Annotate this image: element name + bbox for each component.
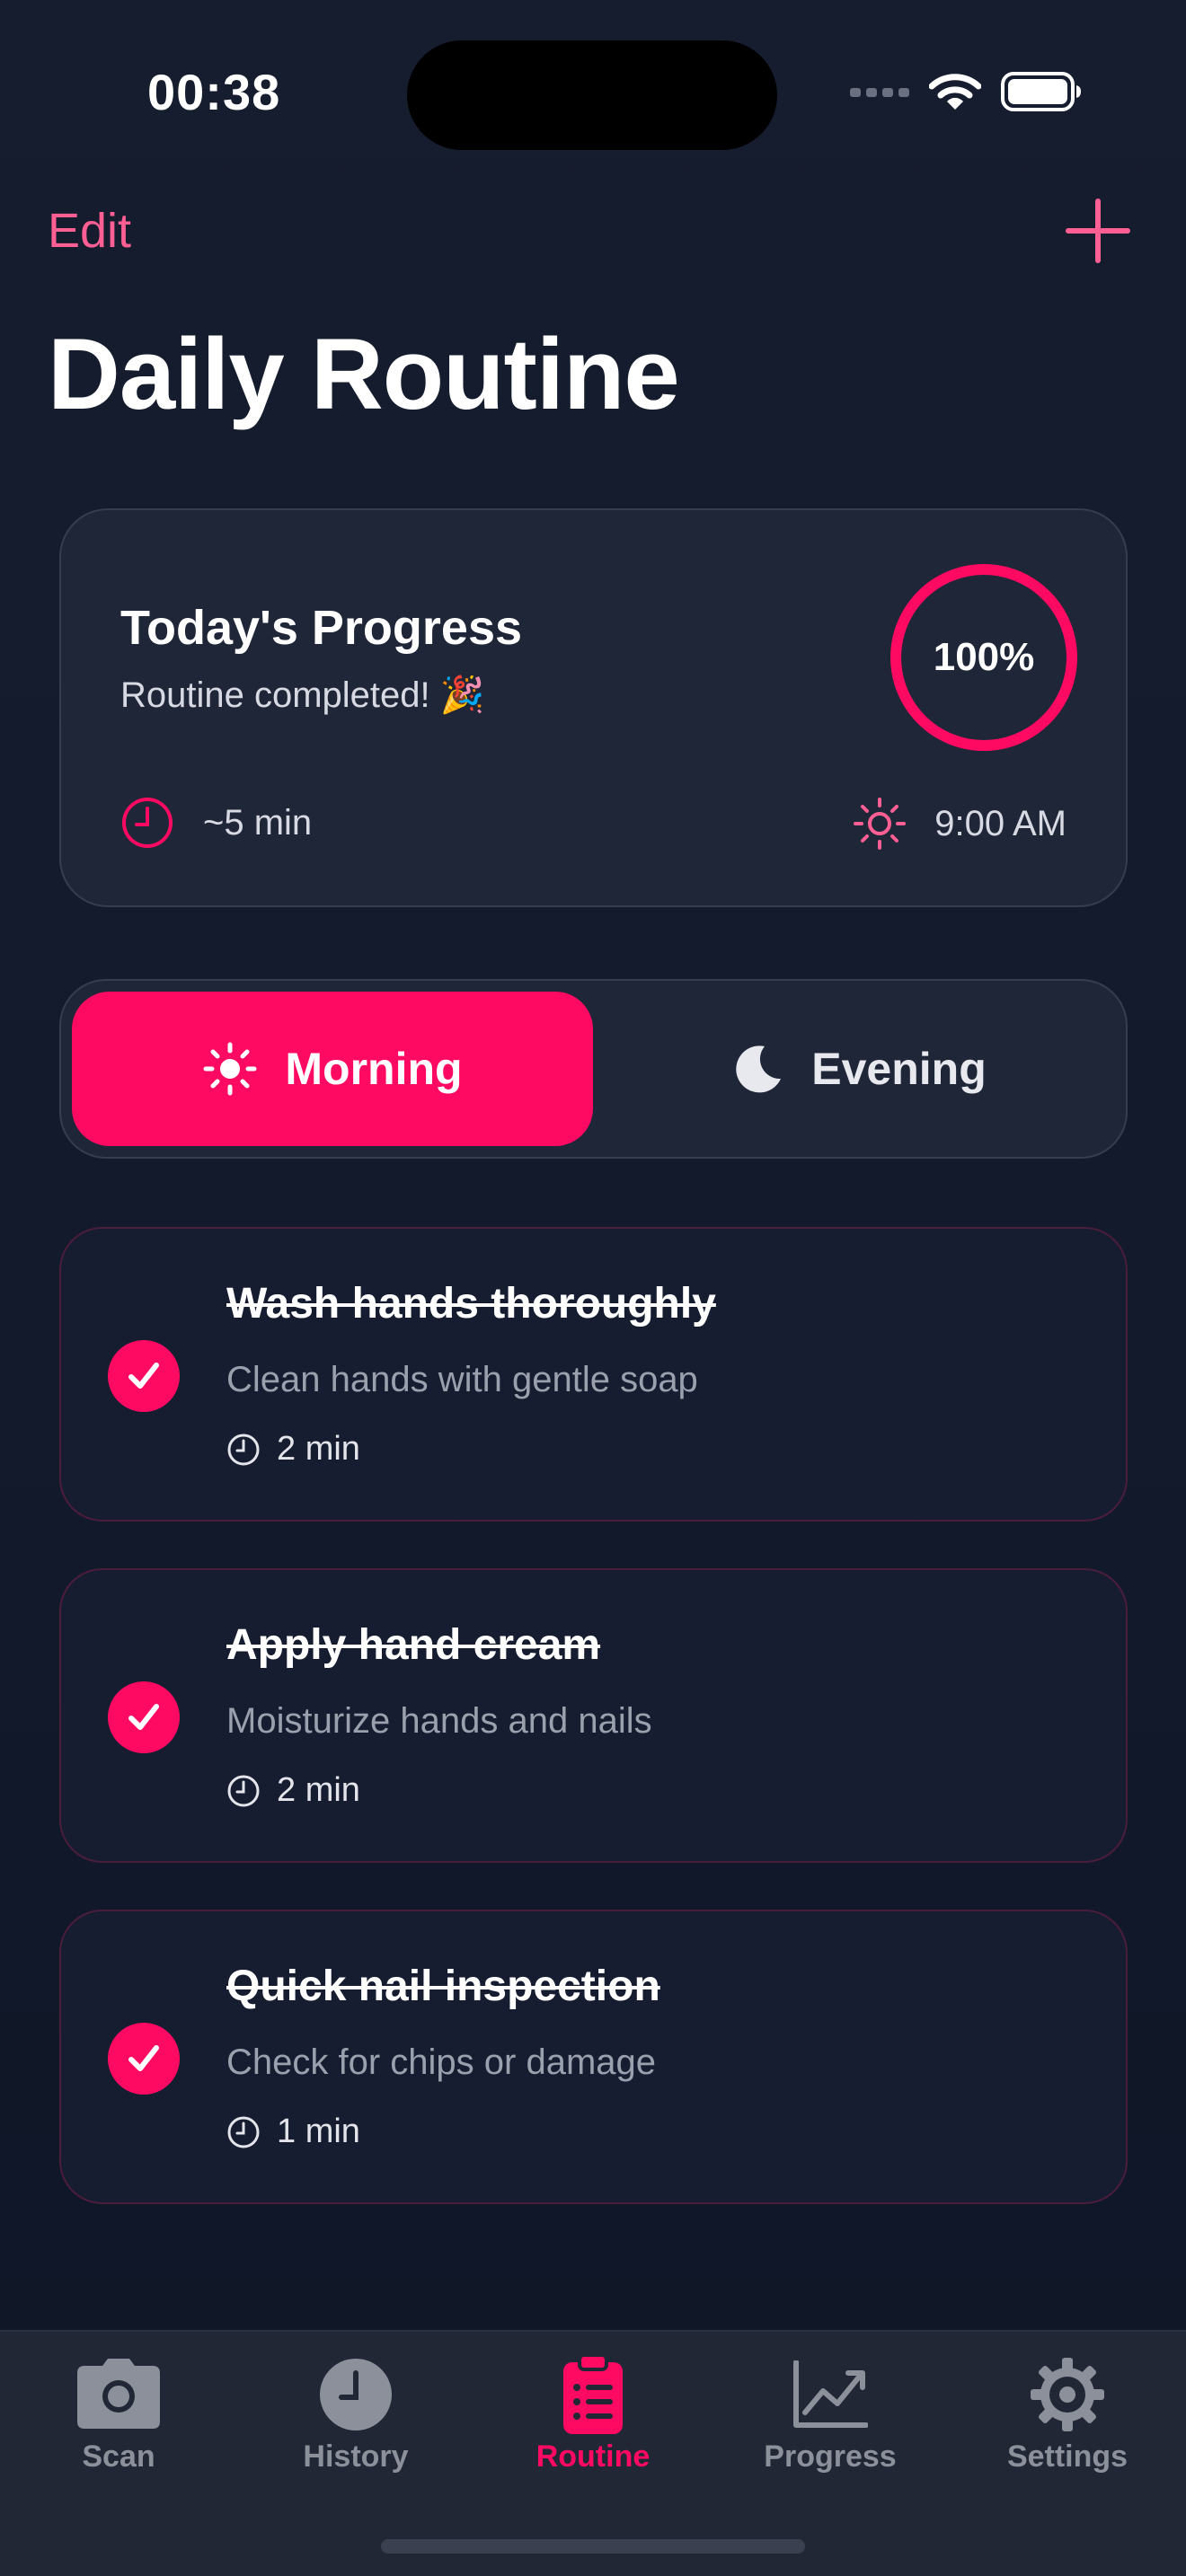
- wifi-icon: [929, 74, 981, 110]
- task-description: Check for chips or damage: [226, 2042, 657, 2082]
- clock-icon: [227, 1775, 260, 1806]
- cellular-signal-icon: [850, 88, 909, 97]
- edit-button[interactable]: Edit: [48, 203, 131, 259]
- home-indicator: [381, 2539, 805, 2554]
- checkmark-icon: [128, 1363, 159, 1389]
- tab-scan[interactable]: Scan: [0, 2332, 237, 2511]
- progress-title: Today's Progress: [120, 601, 523, 655]
- progress-subtitle: Routine completed! 🎉: [120, 675, 485, 715]
- task-duration: 2 min: [226, 1430, 360, 1469]
- time-text: 9:00 AM: [934, 803, 1067, 843]
- progress-percent: 100%: [933, 635, 1035, 679]
- task-duration: 1 min: [226, 2113, 360, 2151]
- task-checkbox[interactable]: [108, 1681, 180, 1753]
- tab-routine[interactable]: Routine: [474, 2332, 712, 2511]
- duration-text: ~5 min: [203, 802, 313, 842]
- dynamic-island: [407, 40, 777, 150]
- task-card[interactable]: Quick nail inspection Check for chips or…: [59, 1910, 1128, 2204]
- gear-icon: [1031, 2358, 1104, 2431]
- status-indicators: [850, 72, 1082, 111]
- tab-label: Routine: [535, 2439, 651, 2474]
- task-title: Apply hand cream: [226, 1621, 601, 1669]
- segment-morning[interactable]: Morning: [72, 992, 593, 1146]
- camera-icon: [77, 2359, 160, 2429]
- checkmark-icon: [128, 2045, 159, 2071]
- task-checkbox[interactable]: [108, 2023, 180, 2095]
- checkmark-icon: [128, 1704, 159, 1730]
- segment-evening[interactable]: Evening: [600, 992, 1119, 1146]
- task-duration-text: 1 min: [277, 2113, 360, 2150]
- clock-icon: [227, 2116, 260, 2148]
- page-title: Daily Routine: [48, 318, 680, 430]
- segment-evening-label: Evening: [811, 1044, 987, 1094]
- routine-segmented-control: Morning Evening: [59, 979, 1128, 1159]
- clock-icon: [320, 2359, 392, 2430]
- task-card[interactable]: Wash hands thoroughly Clean hands with g…: [59, 1227, 1128, 1522]
- tab-history[interactable]: History: [237, 2332, 474, 2511]
- add-icon[interactable]: [1065, 198, 1131, 264]
- task-checkbox[interactable]: [108, 1340, 180, 1412]
- task-duration: 2 min: [226, 1771, 360, 1810]
- task-description: Moisturize hands and nails: [226, 1701, 652, 1741]
- chart-trend-icon: [793, 2360, 868, 2428]
- tab-label: History: [303, 2439, 409, 2474]
- segment-morning-label: Morning: [285, 1044, 463, 1094]
- progress-duration: ~5 min: [120, 796, 312, 850]
- tab-label: Settings: [1006, 2439, 1128, 2474]
- clipboard-list-icon: [563, 2353, 623, 2434]
- routine-screen: 00:38 Edit Daily Routine Today's Progres…: [0, 0, 1186, 2576]
- tab-progress[interactable]: Progress: [712, 2332, 949, 2511]
- task-card[interactable]: Apply hand cream Moisturize hands and na…: [59, 1568, 1128, 1863]
- status-time: 00:38: [147, 64, 281, 120]
- clock-icon: [227, 1434, 260, 1465]
- tab-label: Scan: [82, 2439, 155, 2474]
- task-title: Wash hands thoroughly: [226, 1280, 716, 1328]
- task-duration-text: 2 min: [277, 1430, 360, 1468]
- tab-settings[interactable]: Settings: [949, 2332, 1186, 2511]
- task-duration-text: 2 min: [277, 1771, 360, 1809]
- sun-icon: [854, 798, 907, 850]
- task-title: Quick nail inspection: [226, 1963, 660, 2010]
- battery-icon: [1001, 72, 1081, 111]
- sun-icon: [203, 1042, 257, 1096]
- task-description: Clean hands with gentle soap: [226, 1360, 698, 1399]
- progress-time: 9:00 AM: [852, 796, 1067, 851]
- clock-icon: [122, 798, 173, 848]
- moon-icon: [736, 1045, 782, 1093]
- progress-card: Today's Progress Routine completed! 🎉 10…: [59, 508, 1128, 907]
- tab-label: Progress: [764, 2439, 897, 2474]
